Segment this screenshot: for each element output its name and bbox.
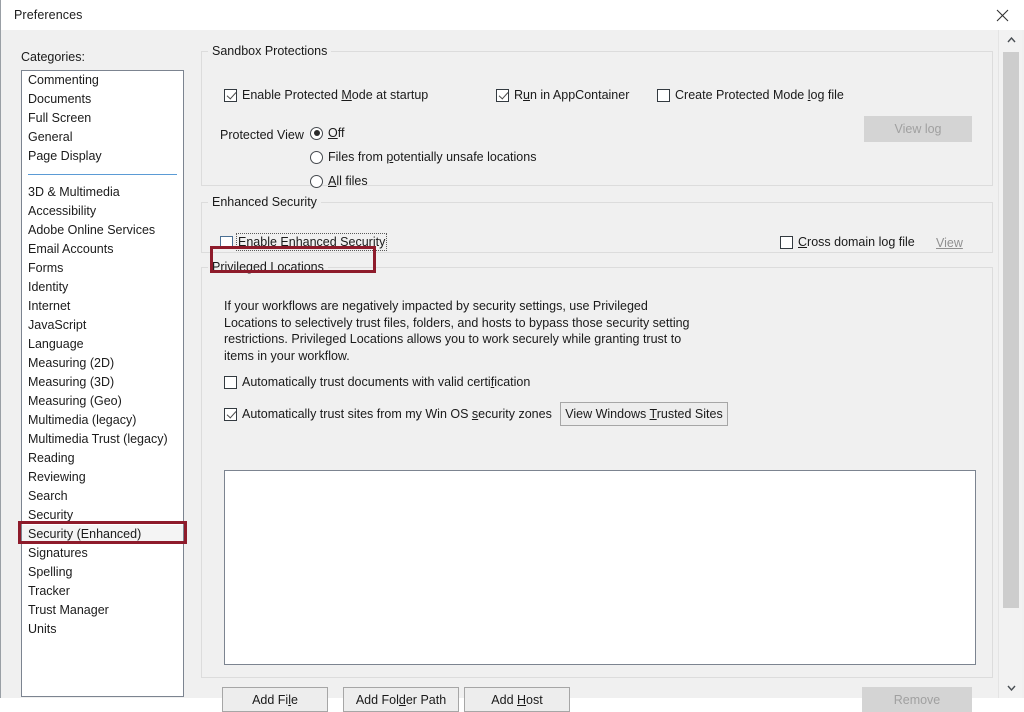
sidebar-item-reading[interactable]: Reading (22, 449, 183, 468)
auto-trust-documents-checkbox-row[interactable]: Automatically trust documents with valid… (224, 375, 530, 389)
cross-domain-log-file-checkbox[interactable] (780, 235, 793, 249)
sidebar-item-adobe-online-services[interactable]: Adobe Online Services (22, 221, 183, 240)
sidebar-item-language[interactable]: Language (22, 335, 183, 354)
sidebar-item-search[interactable]: Search (22, 487, 183, 506)
settings-panel: Sandbox Protections Enable Protected Mod… (197, 30, 997, 712)
chevron-down-icon[interactable] (999, 678, 1023, 698)
protected-view-option-off[interactable]: Off (310, 126, 344, 140)
auto-trust-sites-label: Automatically trust sites from my Win OS… (242, 407, 552, 421)
add-file-button[interactable]: Add File (222, 687, 328, 712)
enable-protected-mode-checkbox-row[interactable]: Enable Protected Mode at startup (224, 88, 428, 102)
privileged-locations-legend: Privileged Locations (212, 260, 324, 274)
chevron-up-icon[interactable] (999, 30, 1023, 50)
auto-trust-sites-checkbox-row[interactable]: Automatically trust sites from my Win OS… (224, 407, 552, 421)
add-host-button-label: Add Host (491, 692, 543, 707)
sidebar-item-internet[interactable]: Internet (22, 297, 183, 316)
close-icon[interactable] (979, 0, 1024, 30)
sandbox-protections-group: Sandbox Protections Enable Protected Mod… (201, 44, 993, 188)
sidebar-item-trust-manager[interactable]: Trust Manager (22, 601, 183, 620)
radio-all-files[interactable] (310, 174, 323, 188)
auto-trust-documents-checkbox[interactable] (224, 375, 237, 389)
privileged-locations-listbox[interactable] (224, 470, 976, 665)
sidebar-item-reviewing[interactable]: Reviewing (22, 468, 183, 487)
sidebar-item-multimedia-trust-legacy[interactable]: Multimedia Trust (legacy) (22, 430, 183, 449)
add-folder-path-button-label: Add Folder Path (355, 692, 447, 707)
sidebar-item-full-screen[interactable]: Full Screen (22, 109, 183, 128)
window-title: Preferences (14, 8, 83, 22)
protected-view-option-unsafe-locations[interactable]: Files from potentially unsafe locations (310, 150, 536, 164)
sandbox-protections-legend: Sandbox Protections (212, 44, 328, 58)
sidebar-item-security-enhanced[interactable]: Security (Enhanced) (22, 525, 183, 544)
cross-domain-log-file-label: Cross domain log file (798, 235, 915, 249)
enable-enhanced-security-label: Enable Enhanced Security (235, 233, 388, 251)
sidebar-item-identity[interactable]: Identity (22, 278, 183, 297)
enable-protected-mode-label: Enable Protected Mode at startup (242, 88, 429, 102)
sidebar-item-page-display[interactable]: Page Display (22, 147, 183, 166)
sidebar-item-security[interactable]: Security (22, 506, 183, 525)
enable-protected-mode-checkbox[interactable] (224, 88, 237, 102)
radio-off[interactable] (310, 126, 323, 140)
auto-trust-documents-label: Automatically trust documents with valid… (242, 375, 531, 389)
scrollbar-thumb[interactable] (1003, 52, 1019, 608)
auto-trust-sites-checkbox[interactable] (224, 407, 237, 421)
add-file-button-label: Add File (252, 692, 298, 707)
view-log-button-label: View log (894, 122, 942, 136)
protected-view-option-unsafe-locations-label: Files from potentially unsafe locations (328, 150, 537, 164)
add-host-button[interactable]: Add Host (464, 687, 570, 712)
sidebar-item-tracker[interactable]: Tracker (22, 582, 183, 601)
sidebar-item-units[interactable]: Units (22, 620, 183, 639)
create-protected-mode-log-file-label: Create Protected Mode log file (675, 88, 844, 102)
run-in-appcontainer-checkbox-row[interactable]: Run in AppContainer (496, 88, 629, 102)
enhanced-security-legend: Enhanced Security (212, 195, 317, 209)
categories-separator (22, 166, 183, 183)
privileged-locations-group: Privileged Locations If your workflows a… (201, 260, 993, 712)
view-log-button[interactable]: View log (864, 116, 972, 142)
protected-view-label: Protected View (220, 128, 304, 142)
protected-view-option-all-files[interactable]: All files (310, 174, 368, 188)
sidebar-item-measuring-geo[interactable]: Measuring (Geo) (22, 392, 183, 411)
radio-unsafe-locations[interactable] (310, 150, 323, 164)
sidebar-item-3d-multimedia[interactable]: 3D & Multimedia (22, 183, 183, 202)
add-folder-path-button[interactable]: Add Folder Path (343, 687, 459, 712)
remove-button[interactable]: Remove (862, 687, 972, 712)
sidebar-item-measuring-2d[interactable]: Measuring (2D) (22, 354, 183, 373)
enable-enhanced-security-checkbox[interactable] (220, 235, 233, 249)
sidebar-item-commenting[interactable]: Commenting (22, 71, 183, 90)
view-windows-trusted-sites-button-label: View Windows Trusted Sites (565, 407, 723, 421)
categories-label: Categories: (21, 50, 85, 64)
enhanced-security-group: Enhanced Security Enable Enhanced Securi… (201, 195, 993, 253)
vertical-scrollbar[interactable] (998, 30, 1022, 698)
enable-enhanced-security-checkbox-row[interactable]: Enable Enhanced Security (220, 233, 388, 251)
create-protected-mode-log-file-checkbox-row[interactable]: Create Protected Mode log file (657, 88, 844, 102)
dialog-body: Categories: Commenting Documents Full Scre… (1, 30, 1024, 712)
sidebar-item-spelling[interactable]: Spelling (22, 563, 183, 582)
sidebar-item-javascript[interactable]: JavaScript (22, 316, 183, 335)
categories-list[interactable]: Commenting Documents Full Screen General Pag… (21, 70, 184, 697)
sidebar-item-general[interactable]: General (22, 128, 183, 147)
sidebar-item-forms[interactable]: Forms (22, 259, 183, 278)
create-protected-mode-log-file-checkbox[interactable] (657, 88, 670, 102)
view-windows-trusted-sites-button[interactable]: View Windows Trusted Sites (560, 402, 728, 426)
sidebar-item-measuring-3d[interactable]: Measuring (3D) (22, 373, 183, 392)
run-in-appcontainer-label: Run in AppContainer (514, 88, 630, 102)
preferences-window: Preferences Categories: Commenting Docume… (0, 0, 1024, 712)
protected-view-option-all-files-label: All files (328, 174, 368, 188)
sidebar-item-multimedia-legacy[interactable]: Multimedia (legacy) (22, 411, 183, 430)
run-in-appcontainer-checkbox[interactable] (496, 88, 509, 102)
protected-view-option-off-label: Off (328, 126, 345, 140)
sidebar-item-email-accounts[interactable]: Email Accounts (22, 240, 183, 259)
remove-button-label: Remove (893, 692, 941, 707)
privileged-locations-description: If your workflows are negatively impacte… (224, 299, 690, 363)
title-bar: Preferences (1, 0, 1024, 30)
cross-domain-view-link[interactable]: View (936, 236, 963, 250)
sidebar-item-accessibility[interactable]: Accessibility (22, 202, 183, 221)
sidebar-item-signatures[interactable]: Signatures (22, 544, 183, 563)
sidebar-item-documents[interactable]: Documents (22, 90, 183, 109)
cross-domain-log-file-checkbox-row[interactable]: Cross domain log file (780, 235, 915, 249)
